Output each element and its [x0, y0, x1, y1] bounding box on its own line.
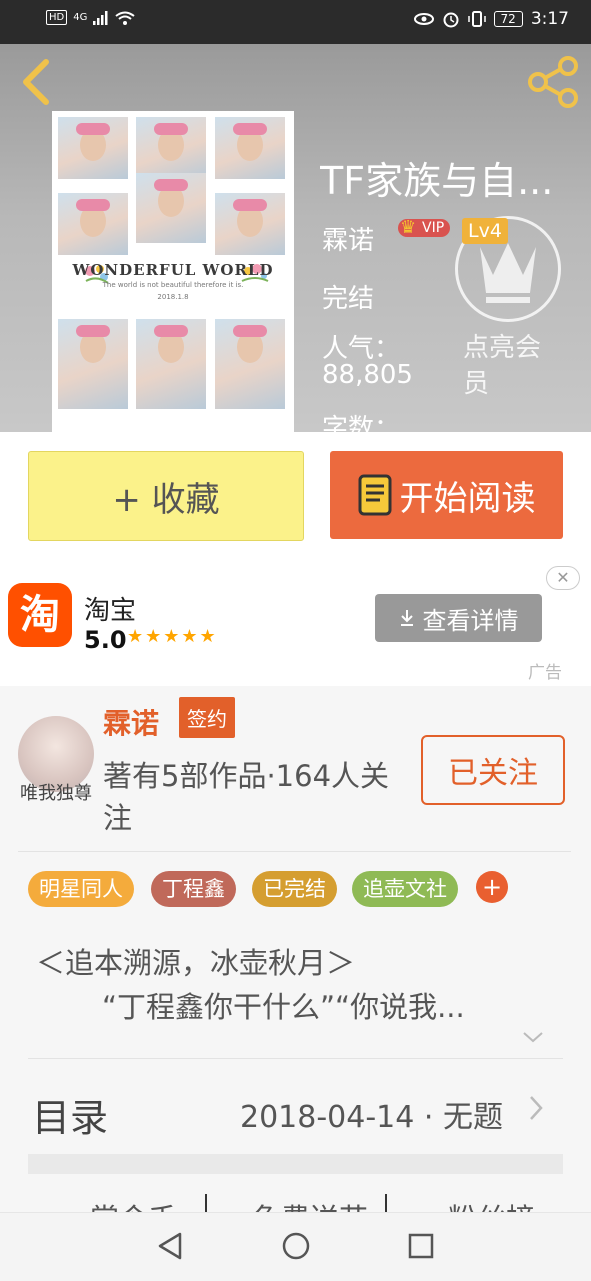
hd-indicator: HD — [46, 10, 68, 25]
author-works: 著有5部作品·164人关注 — [103, 759, 390, 835]
ad-banner[interactable]: 淘 淘宝 5.0 ★★★★★ 查看详情 ✕ 广告 — [0, 560, 591, 686]
cover-title: WONDERFUL WORLD — [72, 261, 274, 279]
book-status: 完结 — [322, 284, 375, 314]
ad-label: 广告 — [528, 663, 562, 683]
signal-icon — [93, 10, 108, 25]
book-header: WONDERFUL WORLD The world is not beautif… — [0, 44, 591, 432]
cover-subtitle: The world is not beautiful therefore it … — [102, 281, 244, 289]
tag-item[interactable]: 丁程鑫 — [151, 871, 236, 907]
share-icon[interactable] — [528, 56, 580, 108]
back-icon[interactable] — [18, 58, 52, 106]
book-author[interactable]: 霖诺 — [322, 220, 374, 257]
book-cover[interactable]: WONDERFUL WORLD The world is not beautif… — [52, 111, 294, 432]
follow-button[interactable]: 已关注 — [421, 735, 565, 805]
vip-badge: VIP — [398, 217, 451, 238]
home-nav-icon[interactable] — [281, 1231, 311, 1261]
view-details-label: 查看详情 — [422, 606, 519, 635]
taobao-logo: 淘 — [8, 583, 72, 647]
status-bar: HD 4G 72 3:17 — [0, 0, 591, 44]
section-separator — [28, 1154, 563, 1174]
cover-photo — [215, 319, 285, 409]
ad-app-name: 淘宝 — [84, 596, 137, 626]
divider — [28, 1058, 563, 1059]
start-reading-button[interactable]: 开始阅读 — [330, 451, 563, 539]
wifi-icon — [115, 11, 135, 25]
view-details-button[interactable]: 查看详情 — [375, 594, 542, 642]
network-type: 4G — [73, 12, 88, 23]
recents-nav-icon[interactable] — [407, 1231, 435, 1261]
alarm-icon — [443, 12, 459, 28]
close-ad-icon[interactable]: ✕ — [546, 566, 580, 590]
intro-line-1: ＜追本溯源，冰壶秋月＞ — [36, 946, 356, 980]
eye-icon — [413, 13, 434, 25]
ad-rating: 5.0 — [84, 626, 127, 654]
author-avatar[interactable] — [18, 716, 94, 792]
divider — [18, 851, 571, 852]
level-badge: Lv4 — [462, 218, 508, 244]
download-icon — [400, 610, 413, 626]
word-count-label: 字数： — [322, 414, 401, 432]
cover-photo — [215, 193, 285, 255]
catalog-latest-chapter[interactable]: 2018-04-14 · 无题 — [240, 1092, 503, 1136]
chevron-right-icon[interactable] — [528, 1094, 544, 1122]
avatar-caption: 唯我独尊 — [20, 783, 92, 804]
status-left: HD 4G — [46, 10, 135, 25]
cover-date: 2018.1.8 — [157, 293, 189, 301]
light-member-label[interactable]: 点亮会员 — [463, 330, 563, 402]
cover-photo — [136, 173, 206, 243]
tag-item[interactable]: 追壶文社 — [352, 871, 458, 907]
cover-photo — [215, 117, 285, 179]
chevron-down-icon[interactable] — [522, 1030, 544, 1044]
system-nav-bar — [0, 1212, 591, 1281]
book-icon — [358, 474, 391, 516]
add-tag-button[interactable]: + — [476, 871, 508, 903]
author-name[interactable]: 霖诺 — [103, 702, 159, 742]
status-time: 3:17 — [530, 9, 569, 29]
book-title: TF家族与自... — [320, 159, 554, 203]
signed-badge: 签约 — [179, 697, 235, 738]
tag-item[interactable]: 已完结 — [252, 871, 337, 907]
status-right: 72 3:17 — [413, 9, 569, 29]
tag-item[interactable]: 明星同人 — [28, 871, 134, 907]
cover-photo — [58, 319, 128, 409]
cover-photo — [58, 193, 128, 255]
intro-line-2: “丁程鑫你干什么”“你说我... — [102, 990, 465, 1024]
collect-button[interactable]: + 收藏 — [28, 451, 304, 541]
star-rating-icon: ★★★★★ — [127, 626, 218, 647]
start-reading-label: 开始阅读 — [399, 478, 536, 519]
cover-photo — [136, 319, 206, 409]
catalog-label[interactable]: 目录 — [32, 1087, 108, 1142]
cover-photo — [58, 117, 128, 179]
vibrate-icon — [467, 11, 486, 27]
cover-photo — [136, 117, 206, 179]
battery-level: 72 — [493, 11, 523, 27]
popularity-value: 88,805 — [322, 360, 413, 390]
back-nav-icon[interactable] — [156, 1231, 184, 1261]
